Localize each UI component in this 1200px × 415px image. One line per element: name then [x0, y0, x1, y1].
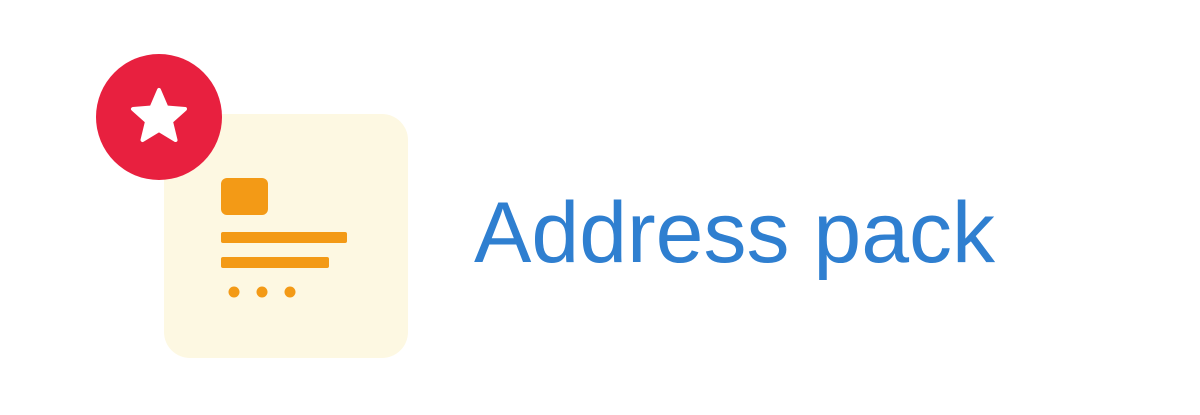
address-pack-link[interactable]: Address pack — [474, 178, 995, 288]
address-pack-item[interactable]: Address pack — [0, 0, 1200, 415]
star-icon — [131, 88, 187, 142]
star-badge — [96, 54, 222, 180]
